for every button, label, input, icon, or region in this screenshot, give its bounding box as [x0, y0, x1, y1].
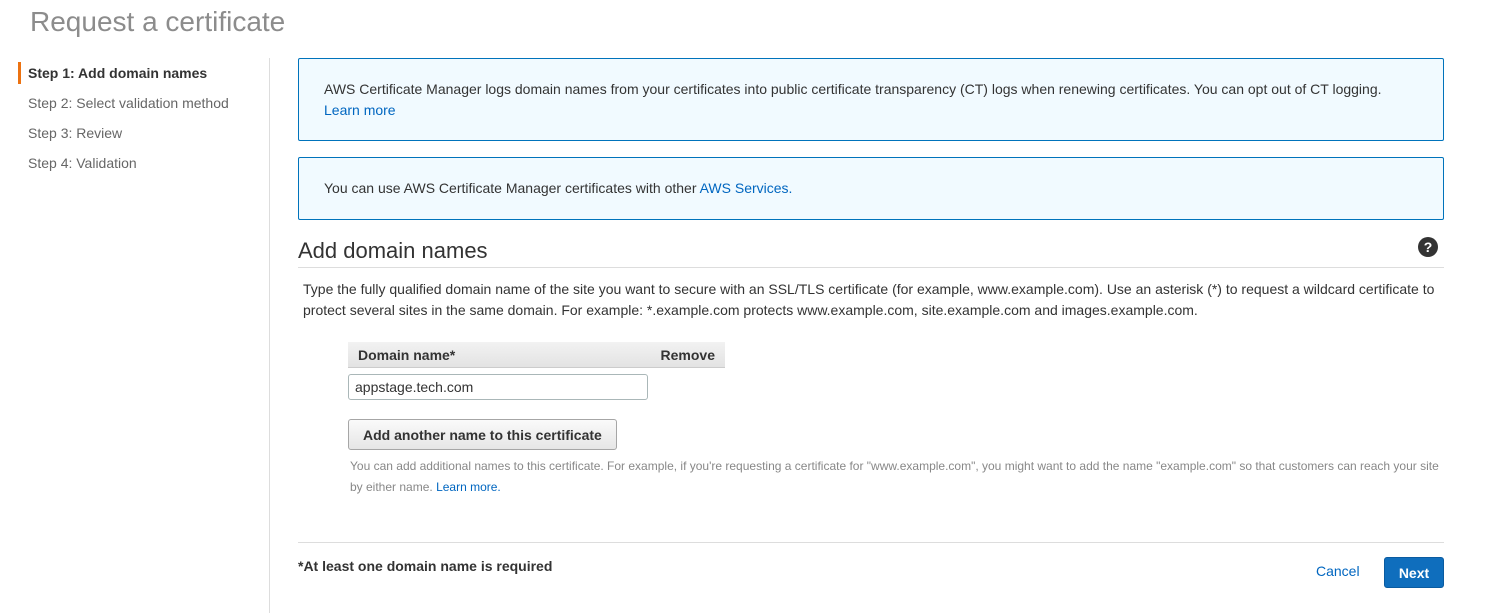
wizard-steps: Step 1: Add domain names Step 2: Select …	[18, 62, 258, 182]
step-review[interactable]: Step 3: Review	[18, 122, 258, 152]
add-names-hint: You can add additional names to this cer…	[350, 456, 1445, 498]
domain-names-table: Domain name* Remove	[348, 342, 725, 400]
hint-learn-more-link[interactable]: Learn more.	[436, 480, 501, 494]
footer-divider	[298, 542, 1444, 543]
aws-services-link[interactable]: AWS Services.	[700, 180, 793, 196]
step-add-domain-names[interactable]: Step 1: Add domain names	[18, 62, 258, 84]
aws-services-info-box: You can use AWS Certificate Manager cert…	[298, 157, 1444, 220]
section-title: Add domain names	[298, 238, 488, 263]
domain-name-input[interactable]	[348, 374, 648, 400]
add-names-hint-text: You can add additional names to this cer…	[350, 459, 1439, 494]
next-button[interactable]: Next	[1384, 557, 1444, 588]
section-description: Type the fully qualified domain name of …	[303, 281, 1435, 318]
ct-logging-info-box: AWS Certificate Manager logs domain name…	[298, 58, 1444, 141]
question-mark-icon[interactable]: ?	[1418, 237, 1438, 257]
section-header: Add domain names ?	[298, 237, 1444, 268]
column-header-domain-name: Domain name*	[358, 346, 456, 363]
cancel-link[interactable]: Cancel	[1316, 563, 1360, 579]
table-header: Domain name* Remove	[348, 342, 725, 368]
ct-learn-more-link[interactable]: Learn more	[324, 102, 396, 118]
ct-logging-text: AWS Certificate Manager logs domain name…	[324, 81, 1382, 97]
column-header-remove: Remove	[660, 346, 715, 363]
main-content: AWS Certificate Manager logs domain name…	[298, 58, 1444, 498]
required-note: *At least one domain name is required	[298, 558, 553, 574]
aws-services-text: You can use AWS Certificate Manager cert…	[324, 180, 697, 196]
step-select-validation-method[interactable]: Step 2: Select validation method	[18, 92, 258, 122]
vertical-divider	[269, 58, 270, 613]
add-another-name-button[interactable]: Add another name to this certificate	[348, 419, 617, 450]
step-validation[interactable]: Step 4: Validation	[18, 152, 258, 182]
page-title: Request a certificate	[30, 6, 286, 37]
